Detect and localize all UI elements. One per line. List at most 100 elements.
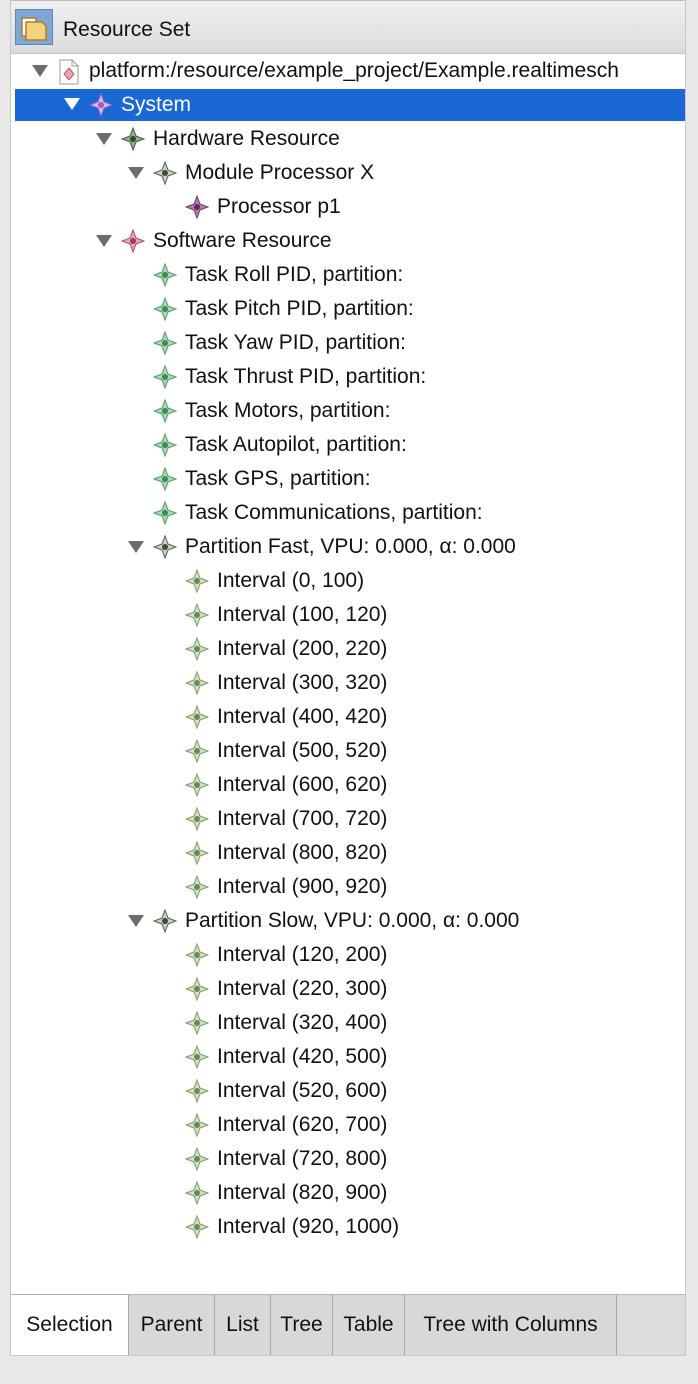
expand-toggle-icon[interactable] [61,89,83,123]
tree-item-platform-resource[interactable]: platform:/resource/example_project/Examp… [15,54,685,88]
task-icon [152,296,178,322]
tree-item-label: Processor p1 [217,195,341,218]
tree-item-interval[interactable]: Interval (220, 300) [15,972,685,1006]
tree-item-task[interactable]: Task GPS, partition: [15,462,685,496]
tree-item-label: Interval (100, 120) [217,603,388,626]
tab-tree-with-columns[interactable]: Tree with Columns [405,1295,617,1355]
tree-item-label: Interval (820, 900) [217,1181,388,1204]
tree-item-partition-slow[interactable]: Partition Slow, VPU: 0.000, α: 0.000 [15,904,685,938]
resource-tree-panel: Resource Set platform:/resource/example_… [10,0,686,1356]
tree-item-partition-fast[interactable]: Partition Fast, VPU: 0.000, α: 0.000 [15,530,685,564]
tab-table[interactable]: Table [333,1295,405,1355]
tree-item-interval[interactable]: Interval (400, 420) [15,700,685,734]
tree-item-label: platform:/resource/example_project/Examp… [89,59,619,82]
tree-item-interval[interactable]: Interval (300, 320) [15,666,685,700]
tree-item-interval[interactable]: Interval (420, 500) [15,1040,685,1074]
tree-item-interval[interactable]: Interval (720, 800) [15,1142,685,1176]
tree-item-label: Task GPS, partition: [185,467,371,490]
tree-item-processor[interactable]: Processor p1 [15,190,685,224]
tree-item-interval[interactable]: Interval (120, 200) [15,938,685,972]
tree-item-interval[interactable]: Interval (320, 400) [15,1006,685,1040]
expand-toggle-icon[interactable] [125,156,147,190]
expand-toggle-icon[interactable] [93,122,115,156]
tree-item-interval[interactable]: Interval (200, 220) [15,632,685,666]
tree-item-label: Task Communications, partition: [185,501,483,524]
tree-item-interval[interactable]: Interval (700, 720) [15,802,685,836]
tree-item-label: Interval (120, 200) [217,943,388,966]
task-icon [152,364,178,390]
tree-item-label: Task Thrust PID, partition: [185,365,427,388]
tree-item-label: Interval (700, 720) [217,807,388,830]
tree-item-task[interactable]: Task Autopilot, partition: [15,428,685,462]
tree-item-label: Interval (320, 400) [217,1011,388,1034]
tree-item-module-processor[interactable]: Module Processor X [15,156,685,190]
tree-item-task[interactable]: Task Thrust PID, partition: [15,360,685,394]
module-icon [152,160,178,186]
interval-icon [184,806,210,832]
tree-item-interval[interactable]: Interval (520, 600) [15,1074,685,1108]
tree-item-label: System [121,93,192,116]
partition-icon [152,908,178,934]
tree-item-task[interactable]: Task Communications, partition: [15,496,685,530]
system-icon [88,92,114,118]
tree-item-label: Interval (620, 700) [217,1113,388,1136]
tree-item-label: Interval (600, 620) [217,773,388,796]
tree-item-interval[interactable]: Interval (620, 700) [15,1108,685,1142]
tab-parent[interactable]: Parent [129,1295,215,1355]
interval-icon [184,1010,210,1036]
expand-toggle-icon[interactable] [125,904,147,938]
tree-item-interval[interactable]: Interval (600, 620) [15,768,685,802]
hardware-resource-icon [120,126,146,152]
resource-set-icon [15,9,53,45]
task-icon [152,398,178,424]
tree-item-interval[interactable]: Interval (0, 100) [15,564,685,598]
interval-icon [184,840,210,866]
expand-toggle-icon[interactable] [125,530,147,564]
tree-item-label: Task Autopilot, partition: [185,433,407,456]
tree-item-interval[interactable]: Interval (820, 900) [15,1176,685,1210]
tree-item-task[interactable]: Task Roll PID, partition: [15,258,685,292]
tab-list[interactable]: List [215,1295,271,1355]
tree-item-label: Interval (500, 520) [217,739,388,762]
tree-item-software-resource[interactable]: Software Resource [15,224,685,258]
expand-toggle-icon[interactable] [93,224,115,258]
tree-item-interval[interactable]: Interval (100, 120) [15,598,685,632]
tree-item-label: Interval (900, 920) [217,875,388,898]
interval-icon [184,1214,210,1240]
panel-header: Resource Set [11,0,685,54]
tree-item-label: Module Processor X [185,161,375,184]
tree-item-hardware-resource[interactable]: Hardware Resource [15,122,685,156]
task-icon [152,330,178,356]
tree-item-system[interactable]: System [15,89,685,121]
tree-item-interval[interactable]: Interval (800, 820) [15,836,685,870]
interval-icon [184,1078,210,1104]
tab-selection[interactable]: Selection [11,1295,129,1355]
tree-item-task[interactable]: Task Motors, partition: [15,394,685,428]
processor-icon [184,194,210,220]
interval-icon [184,942,210,968]
view-tab-bar: Selection Parent List Tree Table Tree wi… [11,1294,685,1355]
tree-item-label: Interval (720, 800) [217,1147,388,1170]
task-icon [152,262,178,288]
software-resource-icon [120,228,146,254]
interval-icon [184,772,210,798]
tree-item-label: Partition Fast, VPU: 0.000, α: 0.000 [185,535,516,558]
interval-icon [184,738,210,764]
tree-item-interval[interactable]: Interval (920, 1000) [15,1210,685,1244]
interval-icon [184,1146,210,1172]
interval-icon [184,874,210,900]
tree-item-label: Interval (520, 600) [217,1079,388,1102]
tree-item-label: Hardware Resource [153,127,340,150]
tree-item-label: Task Yaw PID, partition: [185,331,406,354]
tree-item-interval[interactable]: Interval (900, 920) [15,870,685,904]
tab-tree[interactable]: Tree [271,1295,333,1355]
tree-item-task[interactable]: Task Yaw PID, partition: [15,326,685,360]
interval-icon [184,670,210,696]
interval-icon [184,602,210,628]
expand-toggle-icon[interactable] [29,54,51,88]
tree-item-interval[interactable]: Interval (500, 520) [15,734,685,768]
tree-item-label: Task Motors, partition: [185,399,391,422]
tree-item-label: Partition Slow, VPU: 0.000, α: 0.000 [185,909,520,932]
tree-item-task[interactable]: Task Pitch PID, partition: [15,292,685,326]
interval-icon [184,1044,210,1070]
